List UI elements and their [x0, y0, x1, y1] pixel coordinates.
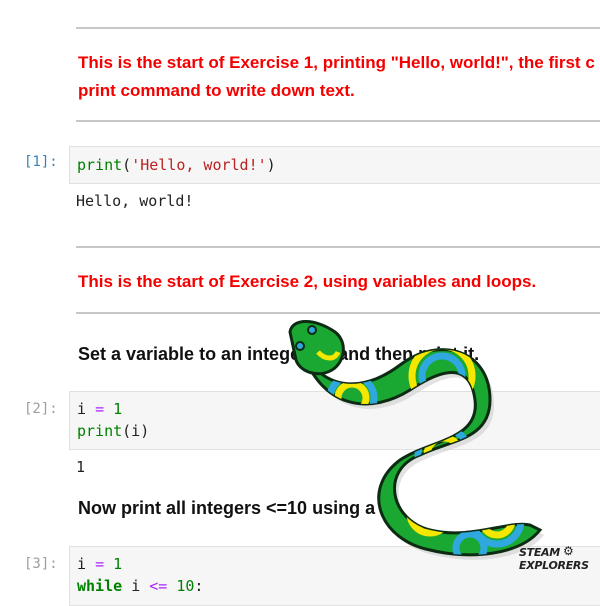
steam-explorers-logo: STEAM EXPLORERS ⚙ — [519, 544, 589, 578]
gear-icon: ⚙ — [563, 544, 574, 558]
snake-icon — [288, 320, 544, 560]
logo-line-2: EXPLORERS — [519, 559, 589, 572]
